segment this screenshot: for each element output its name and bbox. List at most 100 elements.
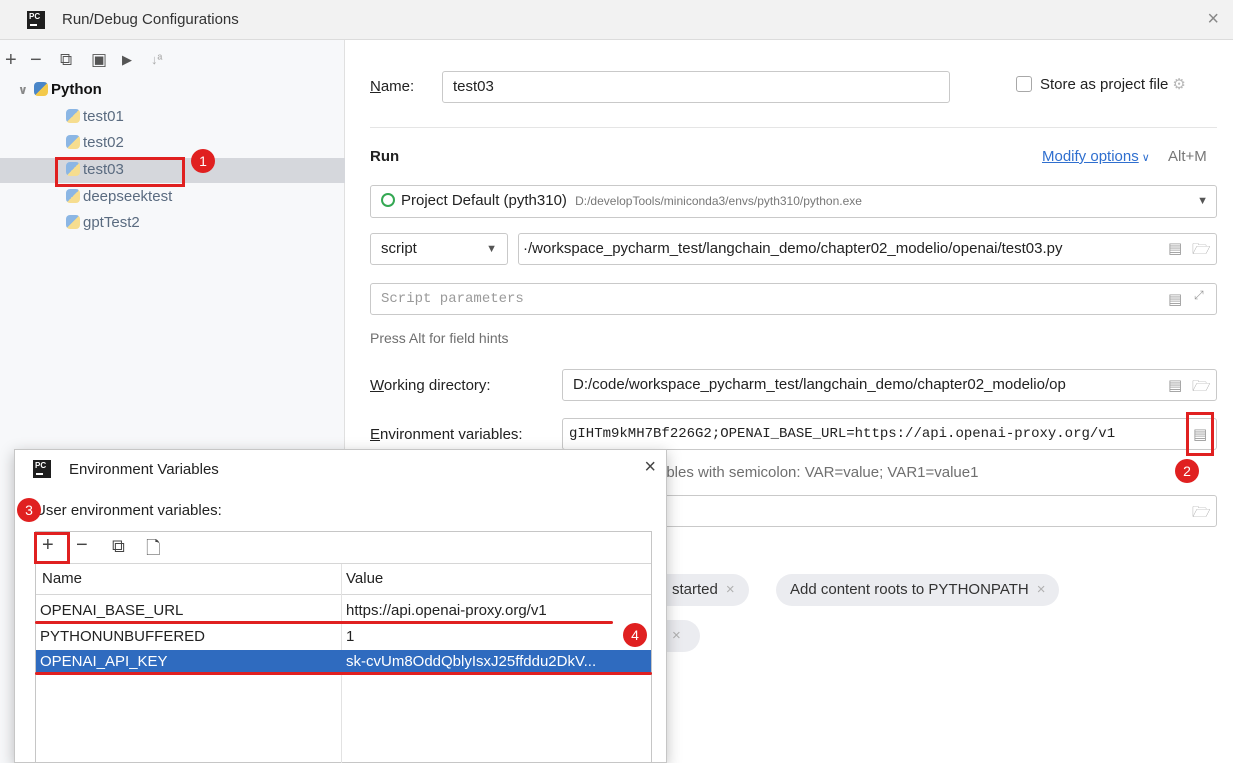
folder-icon[interactable]: 🗁	[1192, 376, 1211, 401]
working-directory-label: Working directory:	[370, 377, 491, 394]
pycharm-logo-icon: PC	[33, 460, 51, 478]
variable-name[interactable]: PYTHONUNBUFFERED	[40, 625, 205, 649]
window-title: Run/Debug Configurations	[62, 11, 239, 28]
annotation-badge-2: 2	[1175, 459, 1199, 483]
python-file-icon	[66, 109, 80, 123]
tree-item-label: gptTest2	[83, 214, 140, 231]
env-variables-table: + − ⧉ 🗋 Name Value OPENAI_BASE_URL https…	[35, 531, 652, 763]
expand-text-icon[interactable]: ▤	[1168, 376, 1182, 394]
divider	[370, 127, 1217, 128]
variable-value[interactable]: https://api.openai-proxy.org/v1	[346, 599, 646, 623]
close-icon[interactable]: ×	[672, 627, 681, 644]
tree-item-label: test02	[83, 134, 124, 151]
script-path-field[interactable]: ·/workspace_pycharm_test/langchain_demo/…	[518, 233, 1217, 265]
paste-variable-icon[interactable]: 🗋	[146, 536, 160, 566]
tree-item-python[interactable]: ∨ Python	[18, 78, 102, 102]
script-type-select[interactable]: script ▼	[370, 233, 508, 265]
variable-name[interactable]: OPENAI_BASE_URL	[40, 599, 183, 623]
run-section-heading: Run	[370, 148, 399, 165]
add-configuration-icon[interactable]: +	[5, 50, 17, 70]
folder-icon[interactable]: 🗁	[1192, 502, 1211, 527]
remove-variable-icon[interactable]: −	[76, 534, 88, 557]
tree-item-test02[interactable]: test02	[66, 131, 124, 155]
copy-variable-icon[interactable]: ⧉	[112, 536, 125, 557]
pycharm-logo-icon: PC	[27, 11, 45, 29]
chip-label: Add content roots to PYTHONPATH	[790, 581, 1029, 598]
environment-variables-field[interactable]: gIHTm9kMH7Bf226G2;OPENAI_BASE_URL=https:…	[562, 418, 1217, 450]
option-chip-content-roots[interactable]: Add content roots to PYTHONPATH ×	[776, 574, 1059, 606]
expand-text-icon[interactable]: ▤	[1168, 239, 1182, 257]
interpreter-name: Project Default (pyth310)	[401, 192, 567, 209]
tree-item-label: deepseektest	[83, 188, 172, 205]
save-configuration-icon[interactable]: ▣	[91, 50, 107, 70]
store-project-file-option[interactable]: Store as project file ⚙	[1016, 71, 1186, 99]
interpreter-path: D:/developTools/miniconda3/envs/pyth310/…	[575, 194, 862, 208]
table-header: Name Value	[36, 564, 651, 595]
annotation-box-add	[34, 532, 70, 564]
tree-item-gpttest2[interactable]: gptTest2	[66, 211, 140, 235]
tree-item-label: test01	[83, 108, 124, 125]
close-icon[interactable]: ×	[1037, 581, 1046, 598]
chevron-down-icon: ▼	[486, 234, 497, 264]
table-row[interactable]: PYTHONUNBUFFERED 1	[36, 625, 651, 649]
title-bar: PC Run/Debug Configurations ×	[0, 0, 1233, 40]
remove-configuration-icon[interactable]: −	[30, 50, 42, 70]
dialog-title-bar: PC Environment Variables ×	[15, 450, 666, 488]
python-file-icon	[66, 189, 80, 203]
chevron-down-icon: ▼	[1197, 186, 1208, 216]
name-field[interactable]: test03	[442, 71, 950, 103]
chevron-down-icon: ∨	[18, 78, 34, 102]
tree-item-deepseektest[interactable]: deepseektest	[66, 185, 172, 209]
environment-variables-label: Environment variables:	[370, 426, 523, 443]
working-directory-field[interactable]: D:/code/workspace_pycharm_test/langchain…	[562, 369, 1217, 401]
path-field[interactable]	[656, 495, 1217, 527]
table-row[interactable]: OPENAI_BASE_URL https://api.openai-proxy…	[36, 599, 651, 623]
name-label: Name:	[370, 78, 414, 95]
store-project-file-checkbox[interactable]	[1016, 76, 1032, 92]
script-type-value: script	[381, 240, 417, 257]
annotation-box-test03	[55, 157, 185, 187]
chip-label: started	[672, 581, 718, 598]
expand-field-icon[interactable]: ⤢	[1194, 288, 1204, 303]
python-icon	[34, 82, 48, 96]
folder-icon[interactable]: 🗁	[1192, 239, 1211, 264]
column-header-value[interactable]: Value	[346, 570, 383, 587]
move-to-folder-icon[interactable]: ▶	[122, 50, 132, 70]
store-project-file-label: Store as project file	[1040, 76, 1168, 93]
modify-options-link[interactable]: Modify options ∨	[1042, 148, 1150, 165]
env-table-toolbar: + − ⧉ 🗋	[36, 532, 651, 564]
sort-icon[interactable]: ↓ª	[151, 50, 162, 70]
user-env-label: User environment variables:	[35, 502, 222, 519]
expand-text-icon[interactable]: ▤	[1168, 290, 1182, 308]
env-separator-hint: ables with semicolon: VAR=value; VAR1=va…	[658, 464, 978, 481]
annotation-box-env-edit	[1186, 412, 1214, 456]
script-path-value: ·/workspace_pycharm_test/langchain_demo/…	[523, 240, 1063, 257]
variable-value[interactable]: sk-cvUm8OddQblyIsxJ25ffddu2DkV...	[346, 650, 646, 674]
close-icon[interactable]: ×	[644, 456, 656, 479]
dialog-title: Environment Variables	[69, 461, 219, 478]
gear-icon[interactable]: ⚙	[1172, 76, 1185, 93]
variable-name[interactable]: OPENAI_API_KEY	[40, 650, 168, 674]
table-row-selected[interactable]: OPENAI_API_KEY sk-cvUm8OddQblyIsxJ25ffdd…	[36, 650, 651, 674]
python-file-icon	[66, 215, 80, 229]
modify-options-shortcut: Alt+M	[1168, 148, 1207, 165]
annotation-badge-1: 1	[191, 149, 215, 173]
python-file-icon	[66, 135, 80, 149]
close-icon[interactable]: ×	[726, 581, 735, 598]
annotation-underline	[35, 672, 652, 675]
tree-item-label: Python	[51, 81, 102, 98]
annotation-badge-4: 4	[623, 623, 647, 647]
environment-variables-dialog: PC Environment Variables × User environm…	[14, 449, 667, 763]
column-header-name[interactable]: Name	[42, 570, 82, 587]
annotation-underline	[35, 621, 613, 624]
close-window-icon[interactable]: ×	[1207, 8, 1219, 31]
annotation-badge-3: 3	[17, 498, 41, 522]
interpreter-select[interactable]: Project Default (pyth310) D:/developTool…	[370, 185, 1217, 218]
sidebar-toolbar: + − ⧉ ▣ ▶ ↓ª	[0, 50, 345, 70]
interpreter-status-icon	[381, 193, 395, 207]
field-hints-text: Press Alt for field hints	[370, 330, 509, 346]
variable-value[interactable]: 1	[346, 625, 646, 649]
tree-item-test01[interactable]: test01	[66, 105, 124, 129]
script-parameters-field[interactable]: Script parameters	[370, 283, 1217, 315]
copy-configuration-icon[interactable]: ⧉	[60, 50, 72, 70]
